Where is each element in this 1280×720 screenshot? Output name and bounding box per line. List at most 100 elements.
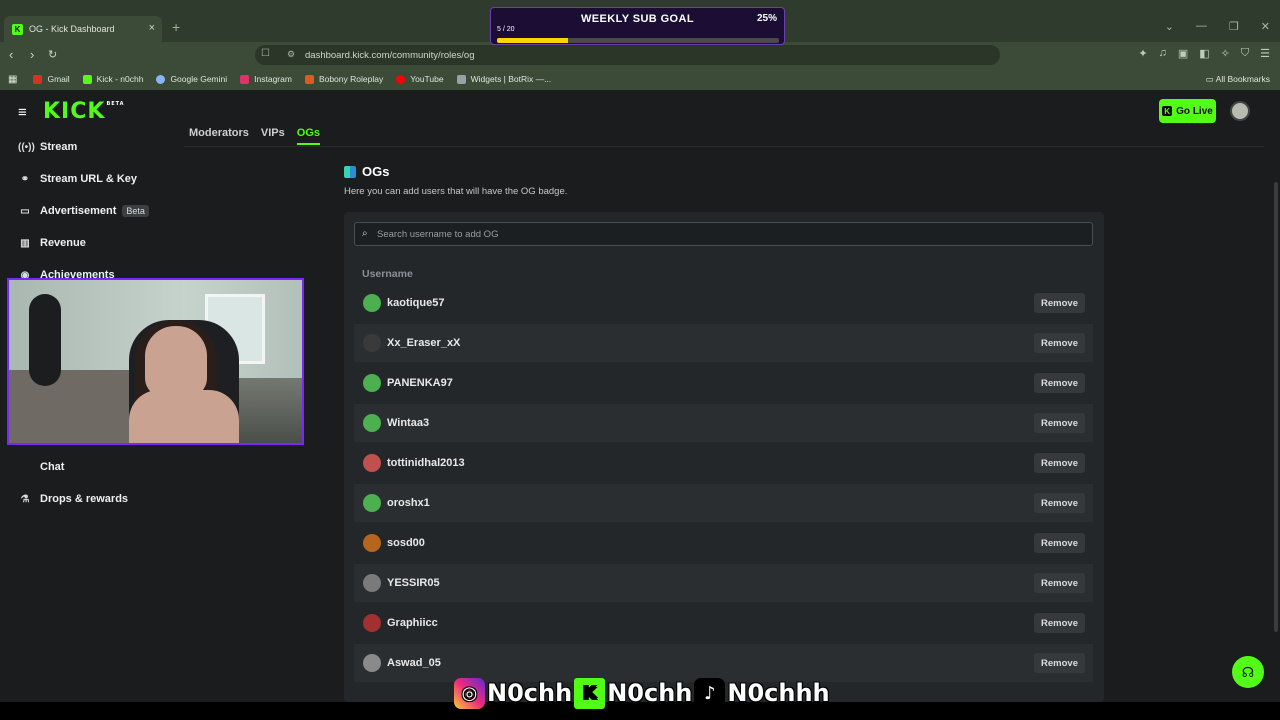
sub-goal-progress-bar bbox=[497, 38, 779, 43]
weekly-sub-goal-widget: WEEKLY SUB GOAL 25% 5 / 20 bbox=[490, 7, 785, 45]
remove-button[interactable]: Remove bbox=[1034, 493, 1085, 513]
headset-icon: ☊ bbox=[1241, 663, 1255, 680]
sub-goal-percent: 25% bbox=[756, 13, 777, 24]
remove-button[interactable]: Remove bbox=[1034, 453, 1085, 473]
remove-button[interactable]: Remove bbox=[1034, 573, 1085, 593]
user-avatar-icon bbox=[363, 574, 381, 592]
tab-vips[interactable]: VIPs bbox=[261, 127, 285, 145]
username: Aswad_05 bbox=[387, 657, 441, 669]
kick-icon: K bbox=[574, 677, 606, 709]
bookmark-botrix[interactable]: Widgets | BotRix —... bbox=[456, 74, 551, 84]
bookmark-icon[interactable]: ☐ bbox=[261, 48, 270, 59]
bookmark-instagram[interactable]: Instagram bbox=[240, 74, 292, 84]
folder-icon: ▭ bbox=[1205, 74, 1216, 84]
user-avatar-icon bbox=[363, 334, 381, 352]
bookmark-gemini[interactable]: Google Gemini bbox=[156, 74, 227, 84]
top-header: ≡ KICKBETA K Go Live bbox=[0, 90, 1270, 132]
og-users-panel: ⌕ Search username to add OG Username kao… bbox=[344, 212, 1104, 702]
user-avatar[interactable] bbox=[1230, 101, 1250, 121]
sidebar-item-chat[interactable]: Chat bbox=[18, 461, 64, 473]
tiktok-icon: ♪ bbox=[694, 677, 726, 709]
bookmark-gmail[interactable]: Gmail bbox=[33, 74, 70, 84]
shield-icon[interactable]: ⛉ bbox=[1241, 47, 1249, 60]
microphone bbox=[29, 294, 61, 386]
bookmark-bobony[interactable]: Bobony Roleplay bbox=[304, 74, 383, 84]
remove-button[interactable]: Remove bbox=[1034, 653, 1085, 673]
user-avatar-icon bbox=[363, 614, 381, 632]
sidebar-item-stream[interactable]: ((•)) Stream bbox=[18, 141, 77, 153]
back-icon[interactable]: ‹ bbox=[9, 47, 13, 62]
tab-moderators[interactable]: Moderators bbox=[189, 127, 249, 145]
hamburger-menu-icon[interactable]: ≡ bbox=[18, 104, 27, 121]
bookmark-youtube[interactable]: YouTube bbox=[396, 74, 444, 84]
search-input[interactable]: ⌕ Search username to add OG bbox=[354, 222, 1093, 246]
table-row: kaotique57 Remove bbox=[354, 284, 1093, 322]
music-icon[interactable]: ♫ bbox=[1159, 47, 1167, 60]
sidebar-item-drops-rewards[interactable]: ⚗ Drops & rewards bbox=[18, 493, 129, 505]
username-column-header: Username bbox=[362, 268, 413, 280]
remove-button[interactable]: Remove bbox=[1034, 533, 1085, 553]
instagram-handle: N0chh bbox=[487, 679, 573, 707]
site-info-icon[interactable]: ⚙ bbox=[287, 49, 295, 60]
table-row: tottinidhal2013 Remove bbox=[354, 444, 1093, 482]
sidebar-item-revenue[interactable]: ▥ Revenue bbox=[18, 237, 86, 249]
ad-icon: ▭ bbox=[20, 205, 30, 217]
remove-button[interactable]: Remove bbox=[1034, 333, 1085, 353]
sidebar-item-stream-url-key[interactable]: ⚭ Stream URL & Key bbox=[18, 173, 137, 185]
username: Xx_Eraser_xX bbox=[387, 337, 461, 349]
url-text: dashboard.kick.com/community/roles/og bbox=[305, 49, 475, 61]
kick-logo[interactable]: KICKBETA bbox=[43, 99, 125, 124]
bookmark-kick[interactable]: Kick - n0chh bbox=[82, 74, 143, 84]
menu-icon[interactable]: ☰ bbox=[1260, 47, 1270, 60]
sub-goal-title: WEEKLY SUB GOAL bbox=[581, 13, 694, 25]
username: oroshx1 bbox=[387, 497, 430, 509]
minimize-icon[interactable]: — bbox=[1196, 20, 1207, 33]
apps-icon[interactable]: ▦ bbox=[8, 74, 17, 85]
page-title: OGs bbox=[344, 164, 389, 179]
social-handles-overlay: ◎ N0chh K N0chh ♪ N0chhh bbox=[454, 676, 832, 710]
tab-close-icon[interactable]: × bbox=[149, 22, 155, 34]
sub-goal-count: 5 / 20 bbox=[497, 26, 515, 33]
ai-icon[interactable]: ✧ bbox=[1221, 47, 1230, 60]
youtube-icon bbox=[396, 74, 406, 84]
go-live-button[interactable]: K Go Live bbox=[1159, 99, 1216, 123]
browser-tab[interactable]: K OG - Kick Dashboard × bbox=[4, 16, 162, 42]
remove-button[interactable]: Remove bbox=[1034, 293, 1085, 313]
bookmarks-bar: ▦ Gmail Kick - n0chh Google Gemini Insta… bbox=[0, 68, 1280, 90]
roles-tabs: Moderators VIPs OGs bbox=[189, 127, 320, 145]
instagram-icon: ◎ bbox=[454, 677, 485, 709]
wallet-icon[interactable]: ◧ bbox=[1199, 47, 1209, 60]
reload-icon[interactable]: ↻ bbox=[48, 48, 57, 61]
extension-puzzle-icon[interactable]: ✦ bbox=[1138, 47, 1147, 60]
table-row: oroshx1 Remove bbox=[354, 484, 1093, 522]
maximize-icon[interactable]: ❐ bbox=[1229, 20, 1239, 33]
forward-icon[interactable]: › bbox=[30, 47, 34, 62]
help-button[interactable]: ☊ bbox=[1232, 656, 1264, 688]
remove-button[interactable]: Remove bbox=[1034, 413, 1085, 433]
all-bookmarks[interactable]: ▭ All Bookmarks bbox=[1206, 74, 1270, 85]
sidebar-icon[interactable]: ▣ bbox=[1178, 47, 1188, 60]
remove-button[interactable]: Remove bbox=[1034, 373, 1085, 393]
user-avatar-icon bbox=[363, 534, 381, 552]
browser-toolbar: ‹ › ↻ ☐ ⚙ dashboard.kick.com/community/r… bbox=[0, 42, 1280, 68]
extension-icons: ✦ ♫ ▣ ◧ ✧ ⛉ ☰ bbox=[1138, 47, 1270, 60]
table-row: sosd00 Remove bbox=[354, 524, 1093, 562]
sidebar-item-advertisement[interactable]: ▭ Advertisement Beta bbox=[18, 205, 149, 217]
new-tab-button[interactable]: + bbox=[172, 19, 180, 35]
username: tottinidhal2013 bbox=[387, 457, 465, 469]
username: sosd00 bbox=[387, 537, 425, 549]
window-controls: ⌄ — ❐ ✕ bbox=[1165, 20, 1270, 33]
remove-button[interactable]: Remove bbox=[1034, 613, 1085, 633]
user-avatar-icon bbox=[363, 294, 381, 312]
sub-goal-progress-fill bbox=[497, 38, 568, 43]
table-row: YESSIR05 Remove bbox=[354, 564, 1093, 602]
tab-ogs[interactable]: OGs bbox=[296, 127, 320, 145]
og-badge-icon bbox=[344, 165, 356, 178]
table-row: Wintaa3 Remove bbox=[354, 404, 1093, 442]
username: Wintaa3 bbox=[387, 417, 430, 429]
scrollbar[interactable] bbox=[1274, 182, 1278, 632]
close-window-icon[interactable]: ✕ bbox=[1261, 20, 1270, 33]
chart-icon: ▥ bbox=[20, 237, 30, 249]
tab-search-icon[interactable]: ⌄ bbox=[1165, 20, 1174, 33]
address-bar[interactable]: ☐ ⚙ dashboard.kick.com/community/roles/o… bbox=[255, 45, 1000, 65]
